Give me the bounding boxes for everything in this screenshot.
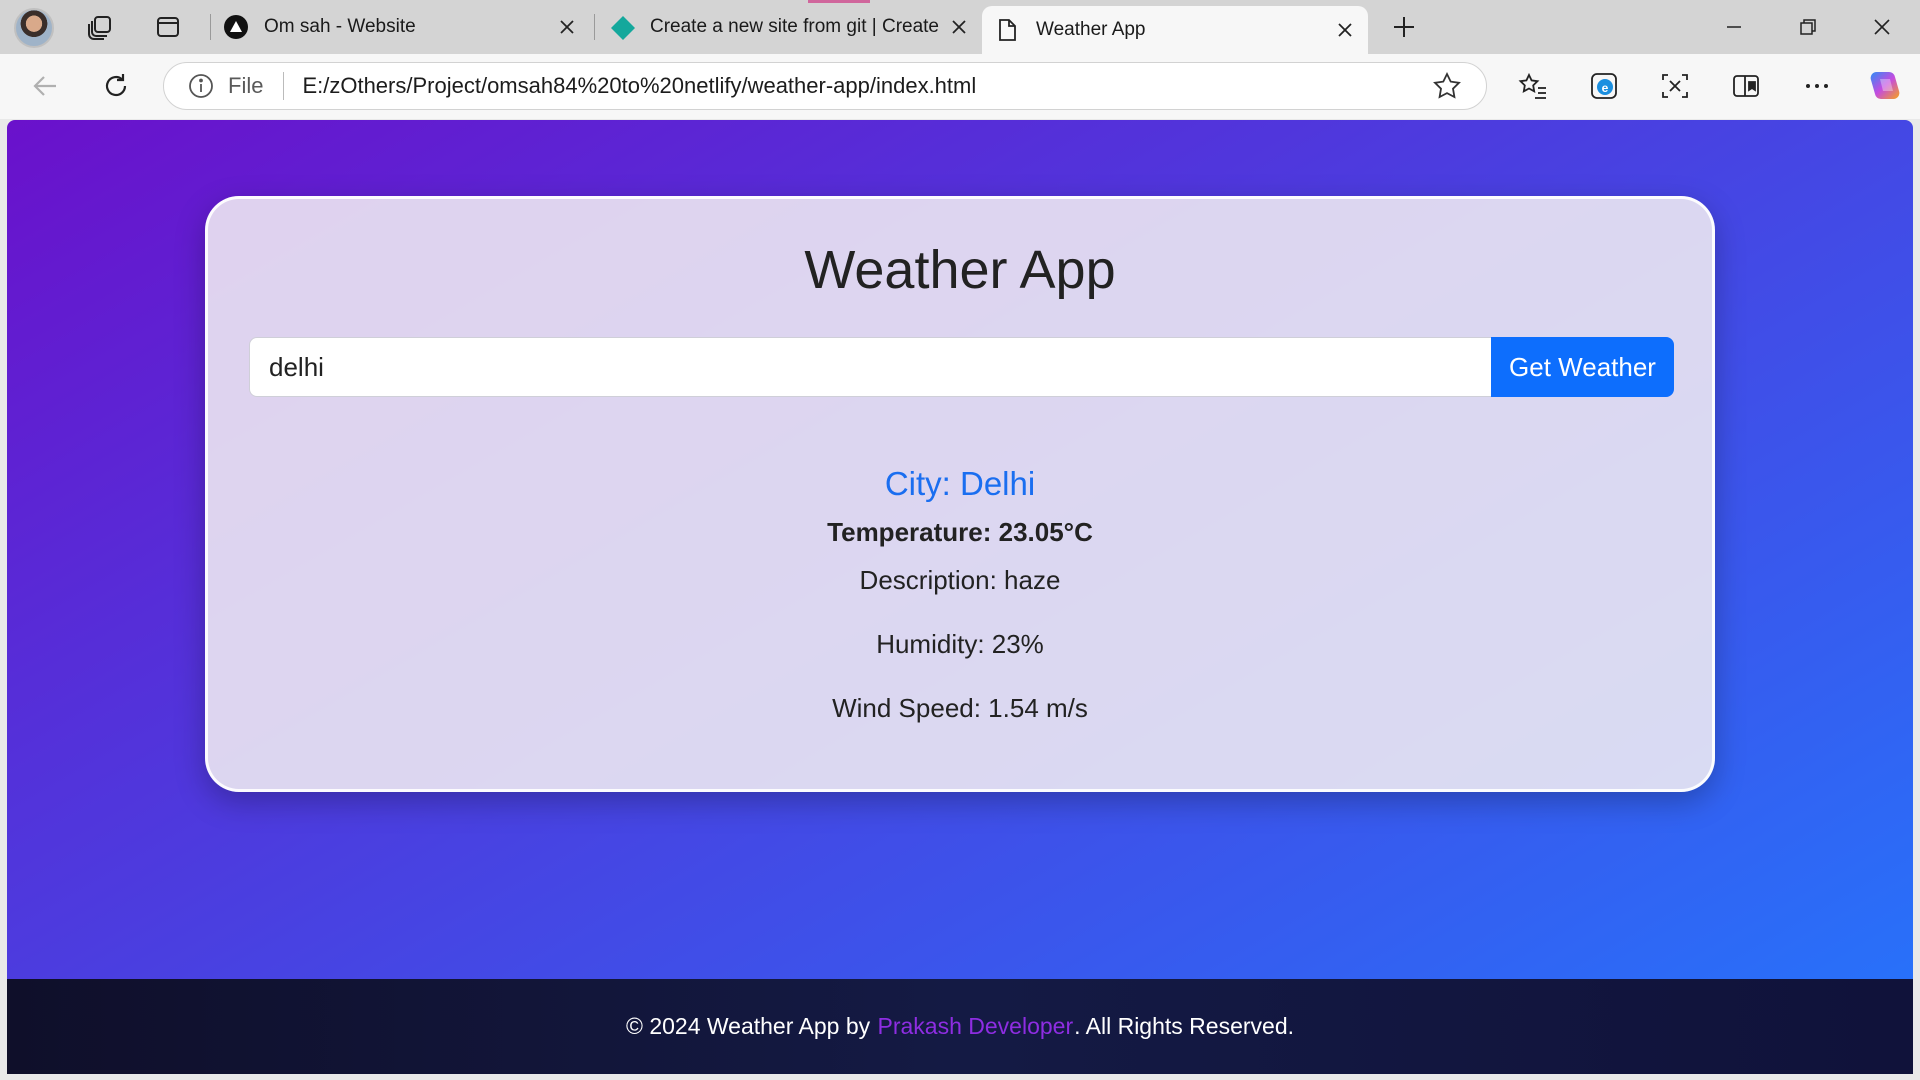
collections-icon[interactable] [1724, 64, 1768, 108]
page-viewport: Weather App Get Weather City: Delhi Temp… [7, 120, 1913, 1074]
weather-description: Description: haze [859, 565, 1061, 595]
more-options-icon[interactable] [1795, 64, 1839, 108]
address-scheme: File [228, 73, 264, 98]
footer-suffix: . All Rights Reserved. [1074, 1013, 1294, 1039]
city-name: City: Delhi [884, 465, 1036, 502]
page-icon [996, 18, 1020, 42]
tab-accent [808, 0, 870, 3]
author-link[interactable]: Prakash Developer [878, 1013, 1074, 1040]
tab-weather-app[interactable]: Weather App [982, 6, 1368, 54]
svg-text:e: e [1602, 81, 1609, 95]
wind-speed-value: Wind Speed: 1.54 m/s [832, 693, 1088, 723]
tab-title: Create a new site from git | Create [650, 16, 939, 37]
navigation-bar: File E:/zOthers/Project/omsah84%20to%20n… [0, 54, 1920, 119]
weather-card: Weather App Get Weather City: Delhi Temp… [205, 196, 1715, 792]
copilot-icon[interactable] [1864, 64, 1908, 108]
address-url[interactable]: E:/zOthers/Project/omsah84%20to%20netlif… [302, 73, 1432, 99]
city-input[interactable] [249, 337, 1491, 397]
restore-icon[interactable] [1780, 7, 1836, 47]
netlify-diamond-icon [610, 15, 635, 40]
humidity-value: Humidity: 23% [876, 629, 1044, 659]
vertical-tabs-icon[interactable] [148, 7, 188, 47]
tab-title: Weather App [1036, 19, 1146, 40]
tab-separator [594, 14, 595, 40]
refresh-icon[interactable] [94, 64, 138, 108]
edge-ie-mode-icon[interactable]: e [1582, 64, 1626, 108]
address-bar[interactable]: File E:/zOthers/Project/omsah84%20to%20n… [163, 62, 1487, 110]
close-icon[interactable] [1330, 15, 1360, 45]
close-window-icon[interactable] [1854, 7, 1910, 47]
search-form: Get Weather [249, 337, 1674, 397]
get-weather-button[interactable]: Get Weather [1491, 337, 1674, 397]
circle-triangle-icon [224, 15, 248, 39]
address-divider [283, 72, 285, 100]
close-icon[interactable] [552, 12, 582, 42]
tab-title: Om sah - Website [264, 16, 416, 37]
favorites-list-icon[interactable] [1511, 64, 1555, 108]
screenshot-icon[interactable] [1653, 64, 1697, 108]
info-icon[interactable] [188, 73, 214, 99]
back-arrow-icon[interactable] [23, 64, 67, 108]
close-icon[interactable] [944, 12, 974, 42]
workspaces-icon[interactable] [80, 7, 120, 47]
page-footer: © 2024 Weather App by Prakash Developer.… [7, 979, 1913, 1074]
temperature-value: Temperature: 23.05°C [827, 517, 1093, 547]
profile-avatar[interactable] [14, 8, 54, 48]
favorite-star-icon[interactable] [1432, 71, 1462, 101]
tab-bar: Om sah - Website Create a new site from … [0, 0, 1920, 54]
tab-om-sah[interactable]: Om sah - Website [210, 6, 590, 48]
page-title: Weather App [804, 240, 1116, 300]
new-tab-icon[interactable] [1384, 7, 1424, 47]
minimize-icon[interactable] [1706, 7, 1762, 47]
tab-netlify[interactable]: Create a new site from git | Create [596, 6, 982, 48]
footer-prefix: © 2024 Weather App by [625, 1013, 871, 1039]
